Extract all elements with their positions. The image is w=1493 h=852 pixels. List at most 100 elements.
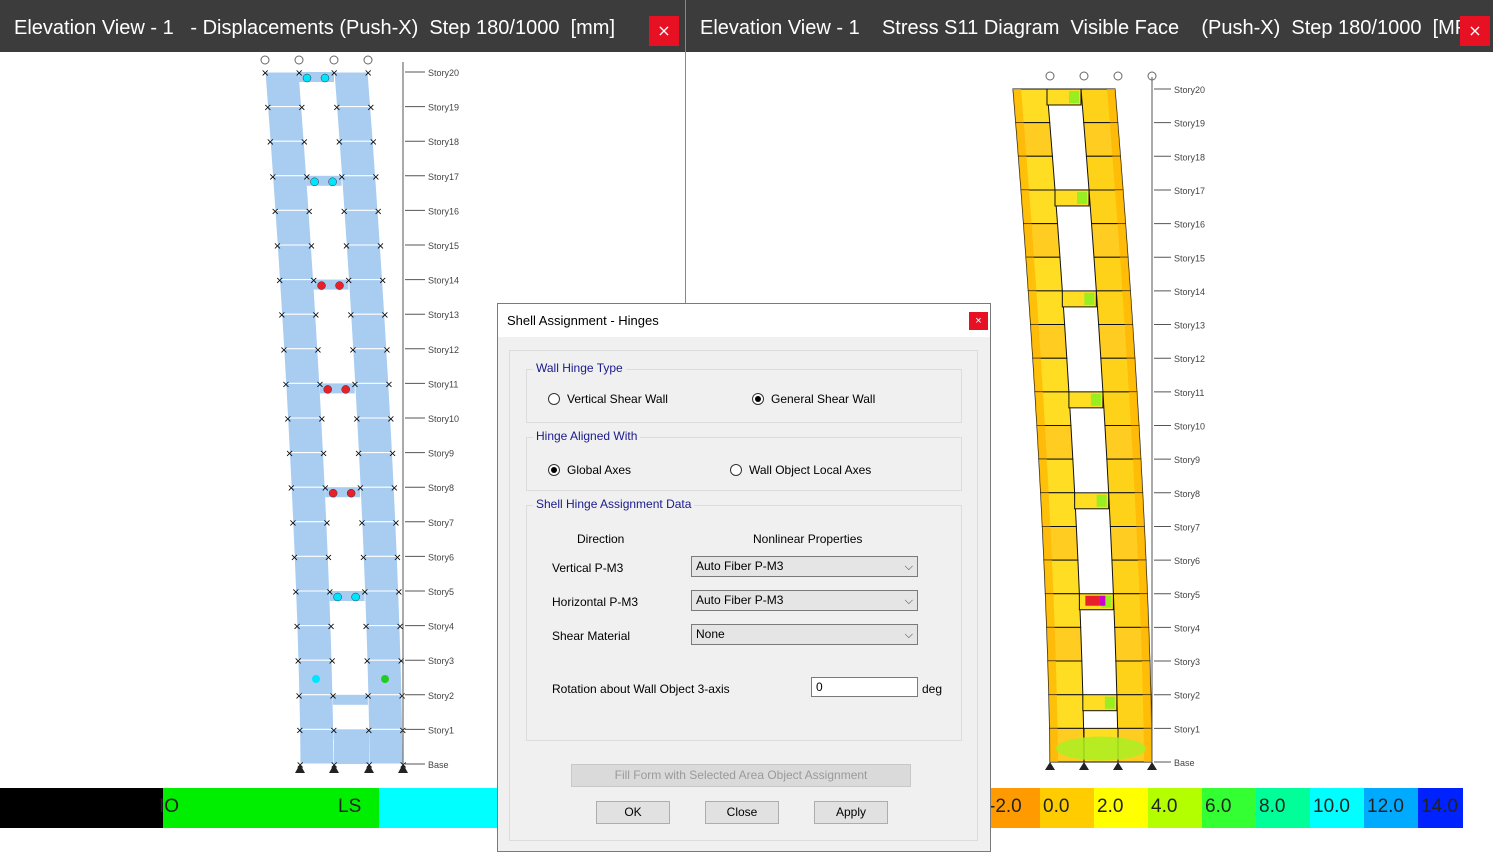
story-label: Story14 [428, 276, 459, 286]
story-label: Story2 [1174, 691, 1200, 701]
legend-segment: 2.0 [1094, 788, 1148, 828]
legend-segment: 14.0 [1418, 788, 1463, 828]
story-label: Story14 [1174, 287, 1205, 297]
grid-bubble [1113, 71, 1123, 81]
window-title: Elevation View - 1 - Displacements (Push… [0, 0, 685, 52]
story-label: Story6 [1174, 556, 1200, 566]
radio-button[interactable] [548, 464, 560, 476]
node-marker: × [365, 725, 373, 736]
dropdown-value: Auto Fiber P-M3 [696, 559, 784, 573]
story-label: Story10 [428, 414, 459, 424]
stress-edge [1142, 694, 1152, 729]
fill-form-button[interactable]: Fill Form with Selected Area Object Assi… [571, 764, 911, 787]
story-label: Base [428, 760, 449, 770]
rotation-input[interactable]: 0 [811, 677, 918, 697]
close-button[interactable]: Close [705, 801, 779, 824]
node-marker: × [295, 68, 303, 79]
story-label: Story17 [1174, 186, 1205, 196]
node-marker: × [364, 68, 372, 79]
rotation-label: Rotation about Wall Object 3-axis [552, 682, 730, 696]
story-label: Story15 [1174, 253, 1205, 263]
story-label: Story12 [428, 345, 459, 355]
node-marker: × [319, 449, 327, 460]
stress-edge [1046, 627, 1056, 662]
radio-label: Wall Object Local Axes [749, 463, 872, 477]
node-marker: × [278, 310, 286, 321]
horizontal-pm3-label: Horizontal P-M3 [552, 595, 639, 609]
node-marker: × [296, 725, 304, 736]
radio-wall-object-local-axes[interactable]: Wall Object Local Axes [730, 463, 871, 477]
radio-general-shear-wall[interactable]: General Shear Wall [752, 392, 875, 406]
story-label: Story5 [428, 587, 454, 597]
node-marker: × [359, 552, 367, 563]
ok-button[interactable]: OK [596, 801, 670, 824]
node-marker: × [314, 345, 322, 356]
radio-vertical-shear-wall[interactable]: Vertical Shear Wall [548, 392, 668, 406]
legend-segment: -2.0 [986, 788, 1040, 828]
story-label: Base [1174, 758, 1195, 768]
story-label: Story1 [428, 725, 454, 735]
stress-edge [1042, 526, 1052, 561]
node-marker: × [293, 622, 301, 633]
support-icon [1079, 762, 1089, 770]
group-title: Shell Hinge Assignment Data [533, 497, 695, 511]
radio-button[interactable] [548, 393, 560, 405]
node-marker: × [323, 518, 331, 529]
chevron-down-icon: ⌵ [904, 560, 913, 573]
story-label: Story18 [1174, 152, 1205, 162]
node-marker: × [351, 379, 359, 390]
node-marker: × [294, 656, 302, 667]
shear-material-dropdown[interactable]: None ⌵ [691, 624, 918, 645]
legend-label: 2.0 [1097, 796, 1124, 817]
node-marker: × [321, 483, 329, 494]
horizontal-pm3-dropdown[interactable]: Auto Fiber P-M3 ⌵ [691, 590, 918, 611]
node-marker: × [307, 241, 315, 252]
radio-label: Vertical Shear Wall [567, 392, 668, 406]
node-marker: × [390, 483, 398, 494]
radio-global-axes[interactable]: Global Axes [548, 463, 631, 477]
node-marker: × [338, 172, 346, 183]
close-icon[interactable]: × [1460, 16, 1490, 46]
node-marker: × [354, 449, 362, 460]
grid-bubble [329, 55, 339, 65]
node-marker: × [358, 518, 366, 529]
vertical-pm3-dropdown[interactable]: Auto Fiber P-M3 ⌵ [691, 556, 918, 577]
legend-label: 0.0 [1043, 796, 1070, 817]
node-marker: × [329, 691, 337, 702]
node-marker: × [397, 656, 405, 667]
apply-button[interactable]: Apply [814, 801, 888, 824]
close-icon[interactable]: × [649, 16, 679, 46]
direction-header: Direction [577, 532, 625, 546]
story-label: Story7 [1174, 522, 1200, 532]
hinge-marker [328, 488, 338, 498]
stress-hotspot [1056, 736, 1146, 761]
node-marker: × [318, 414, 326, 425]
vertical-pm3-label: Vertical P-M3 [552, 561, 624, 575]
node-marker: × [305, 206, 313, 217]
hinge-marker [323, 385, 332, 394]
radio-button[interactable] [730, 464, 742, 476]
node-marker: × [383, 345, 391, 356]
node-marker: × [303, 172, 311, 183]
node-marker: × [292, 587, 300, 598]
hinge-marker [341, 385, 350, 394]
grid-bubble [1045, 71, 1055, 81]
node-marker: × [353, 414, 361, 425]
node-marker: × [290, 552, 298, 563]
legend-segment: 4.0 [1148, 788, 1202, 828]
radio-button[interactable] [752, 393, 764, 405]
stress-edge [1137, 560, 1148, 594]
node-marker: × [298, 103, 306, 114]
story-label: Story11 [1174, 388, 1204, 398]
node-marker: × [312, 310, 320, 321]
close-icon[interactable]: × [969, 312, 988, 330]
node-marker: × [347, 310, 355, 321]
node-marker: × [363, 656, 371, 667]
story-label: Story9 [428, 449, 454, 459]
group-title: Hinge Aligned With [533, 429, 641, 443]
story-label: Story19 [1174, 119, 1205, 129]
hinge-marker [381, 675, 389, 683]
node-marker: × [328, 656, 336, 667]
story-label: Story13 [1174, 321, 1205, 331]
node-marker: × [284, 414, 292, 425]
